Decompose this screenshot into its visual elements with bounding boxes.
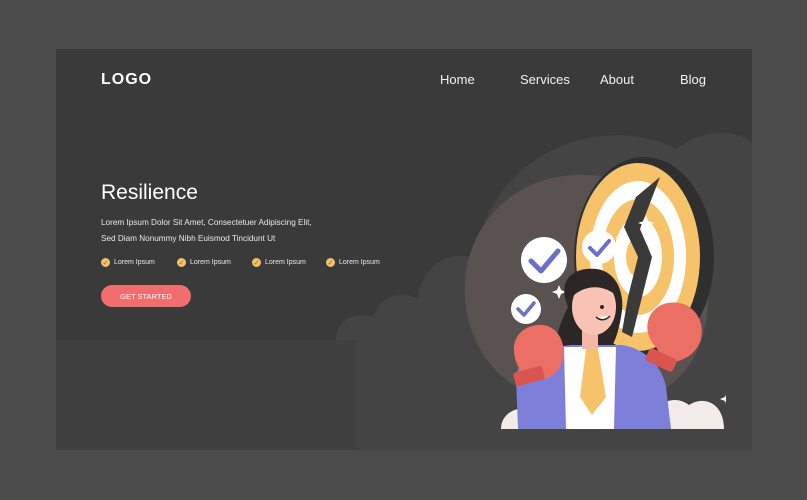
hero-title: Resilience [101,181,198,204]
check-circle-icon [582,230,616,264]
feature-label: Lorem Ipsum [265,259,306,266]
feature-label: Lorem Ipsum [114,259,155,266]
feature-item: ✓ Lorem Ipsum [252,258,306,267]
nav-services[interactable]: Services [520,72,570,87]
get-started-button[interactable]: GET STARTED [101,285,191,307]
feature-item: ✓ Lorem Ipsum [326,258,380,267]
nav-home[interactable]: Home [440,72,475,87]
landing-page: LOGO Home Services About Blog Resilience… [56,49,752,450]
feature-item: ✓ Lorem Ipsum [101,258,155,267]
hero-description: Lorem Ipsum Dolor Sit Amet, Consectetuer… [101,218,312,243]
check-circle-icon [521,237,567,283]
check-icon: ✓ [326,258,335,267]
feature-label: Lorem Ipsum [339,259,380,266]
check-circle-icon [511,294,541,324]
feature-item: ✓ Lorem Ipsum [177,258,231,267]
feature-label: Lorem Ipsum [190,259,231,266]
nav-about[interactable]: About [600,72,634,87]
check-icon: ✓ [101,258,110,267]
nav-blog[interactable]: Blog [680,72,706,87]
check-icon: ✓ [252,258,261,267]
resilience-illustration [464,157,726,429]
main-nav: Home Services About Blog [56,72,752,92]
boxing-glove-icon [645,302,702,372]
check-icon: ✓ [177,258,186,267]
